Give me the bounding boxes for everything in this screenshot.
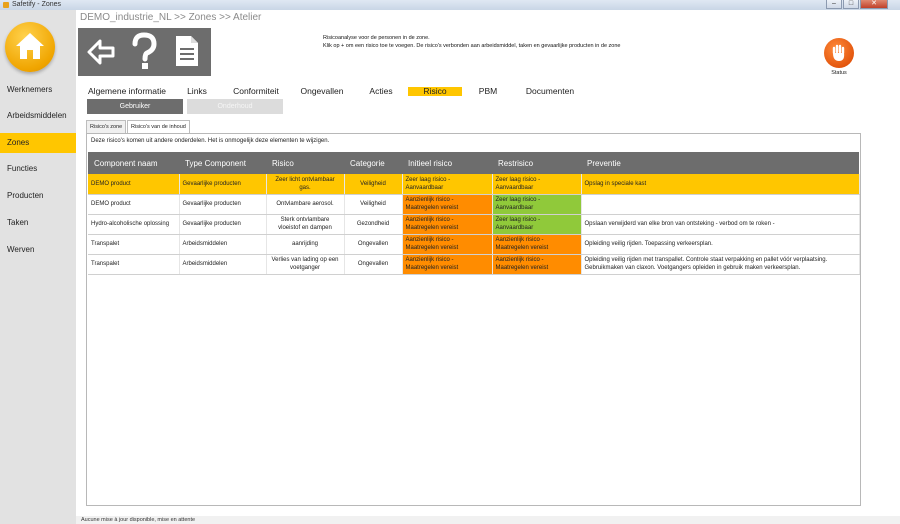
cell-risico: Ontvlambare aerosol. bbox=[266, 194, 345, 215]
cell-risico: Verlies van lading op een voetganger bbox=[266, 254, 345, 275]
cell-initieel: Aanzienlijk risico - Maatregelen vereist bbox=[402, 194, 493, 215]
cell-type: Gevaarlijke producten bbox=[179, 194, 267, 215]
cell-categorie: Ongevallen bbox=[344, 234, 403, 255]
tab-acties[interactable]: Acties bbox=[365, 87, 397, 96]
cell-preventie: Opleiding veilig rijden met transpallet.… bbox=[581, 254, 860, 275]
cell-risico: aanrijding bbox=[266, 234, 345, 255]
cell-preventie: Opslaan verwijderd van elke bron van ont… bbox=[581, 214, 860, 235]
tab-ongevallen[interactable]: Ongevallen bbox=[297, 87, 347, 96]
table-header-row: Component naam Type Component Risico Cat… bbox=[88, 152, 859, 174]
risk-table: Component naam Type Component Risico Cat… bbox=[88, 152, 860, 275]
table-row[interactable]: DEMO product Gevaarlijke producten Ontvl… bbox=[88, 194, 860, 215]
onderhoud-button[interactable]: Onderhoud bbox=[187, 99, 283, 114]
info-line-1: Risicoanalyse voor de personen in de zon… bbox=[323, 35, 430, 41]
sidebar-item-taken[interactable]: Taken bbox=[0, 213, 76, 233]
cell-risico: Sterk ontvlambare vloeistof en dampen bbox=[266, 214, 345, 235]
cell-component: Hydro-alcoholische oplossing bbox=[88, 214, 180, 235]
cell-component: DEMO product bbox=[88, 194, 180, 215]
cell-type: Gevaarlijke producten bbox=[179, 174, 267, 195]
table-row[interactable]: Transpalet Arbeidsmiddelen Verlies van l… bbox=[88, 254, 860, 275]
gebruiker-button[interactable]: Gebruiker bbox=[87, 99, 183, 114]
back-arrow-icon[interactable] bbox=[86, 38, 116, 66]
cell-preventie bbox=[581, 194, 860, 215]
column-header[interactable]: Preventie bbox=[581, 152, 859, 174]
panel-note: Deze risico's komen uit andere onderdele… bbox=[91, 138, 330, 144]
cell-categorie: Ongevallen bbox=[344, 254, 403, 275]
cell-categorie: Gezondheid bbox=[344, 214, 403, 235]
maximize-button[interactable]: □ bbox=[843, 0, 859, 9]
cell-preventie: Opleiding veilig rijden. Toepassing verk… bbox=[581, 234, 860, 255]
sidebar-item-zones[interactable]: Zones bbox=[0, 133, 76, 153]
cell-rest: Aanzienlijk risico - Maatregelen vereist bbox=[492, 234, 582, 255]
cell-type: Gevaarlijke producten bbox=[179, 214, 267, 235]
cell-risico: Zeer licht ontvlambaar gas. bbox=[266, 174, 345, 195]
document-icon[interactable] bbox=[174, 34, 200, 68]
tab-conformiteit[interactable]: Conformiteit bbox=[228, 87, 284, 96]
cell-rest: Aanzienlijk risico - Maatregelen vereist bbox=[492, 254, 582, 275]
column-header[interactable]: Initieel risico bbox=[402, 152, 492, 174]
stop-hand-icon bbox=[832, 44, 845, 61]
tab-algemene-informatie[interactable]: Algemene informatie bbox=[87, 87, 167, 96]
cell-type: Arbeidsmiddelen bbox=[179, 254, 267, 275]
cell-rest: Zeer laag risico - Aanvaardbaar bbox=[492, 174, 582, 195]
sidebar-item-producten[interactable]: Producten bbox=[0, 186, 76, 206]
cell-rest: Zeer laag risico - Aanvaardbaar bbox=[492, 214, 582, 235]
tab-pbm[interactable]: PBM bbox=[474, 87, 502, 96]
column-header[interactable]: Risico bbox=[266, 152, 344, 174]
status-label: Status bbox=[831, 70, 847, 76]
breadcrumb: DEMO_industrie_NL >> Zones >> Atelier bbox=[80, 12, 262, 23]
info-text: Risicoanalyse voor de personen in de zon… bbox=[323, 34, 620, 50]
close-window-button[interactable]: ✕ bbox=[860, 0, 888, 9]
cell-initieel: Aanzienlijk risico - Maatregelen vereist bbox=[402, 254, 493, 275]
cell-component: DEMO product bbox=[88, 174, 180, 195]
tab-links[interactable]: Links bbox=[182, 87, 212, 96]
cell-categorie: Veiligheid bbox=[344, 174, 403, 195]
sidebar-item-werven[interactable]: Werven bbox=[0, 240, 76, 260]
cell-component: Transpalet bbox=[88, 254, 180, 275]
risk-panel: Deze risico's komen uit andere onderdele… bbox=[86, 133, 861, 506]
table-row[interactable]: Transpalet Arbeidsmiddelen aanrijding On… bbox=[88, 234, 860, 255]
cell-rest: Zeer laag risico - Aanvaardbaar bbox=[492, 194, 582, 215]
tab-risico[interactable]: Risico bbox=[408, 87, 462, 96]
window-title: Safetify - Zones bbox=[12, 1, 62, 8]
info-line-2: Klik op + om een risico toe te voegen. D… bbox=[323, 43, 621, 49]
sidebar-item-arbeidsmiddelen[interactable]: Arbeidsmiddelen bbox=[0, 106, 76, 126]
table-row[interactable]: DEMO product Gevaarlijke producten Zeer … bbox=[88, 174, 860, 195]
cell-categorie: Veiligheid bbox=[344, 194, 403, 215]
column-header[interactable]: Component naam bbox=[88, 152, 179, 174]
statusbar-text: Aucune mise à jour disponible, mise en a… bbox=[81, 517, 196, 523]
tab-risicos-van-de-inhoud[interactable]: Risico's van de inhoud bbox=[127, 120, 190, 134]
sidebar: Werknemers Arbeidsmiddelen Zones Functie… bbox=[0, 10, 76, 524]
status-button[interactable] bbox=[824, 38, 854, 68]
window-titlebar: Safetify - Zones – □ ✕ bbox=[0, 0, 900, 10]
help-icon[interactable] bbox=[130, 32, 158, 72]
action-toolbar bbox=[78, 28, 211, 76]
cell-initieel: Aanzienlijk risico - Maatregelen vereist bbox=[402, 214, 493, 235]
column-header[interactable]: Restrisico bbox=[492, 152, 581, 174]
cell-initieel: Zeer laag risico - Aanvaardbaar bbox=[402, 174, 493, 195]
cell-preventie: Opslag in speciale kast bbox=[581, 174, 860, 195]
cell-component: Transpalet bbox=[88, 234, 180, 255]
column-header[interactable]: Type Component bbox=[179, 152, 266, 174]
sidebar-item-functies[interactable]: Functies bbox=[0, 159, 76, 179]
sidebar-item-werknemers[interactable]: Werknemers bbox=[0, 80, 76, 100]
statusbar: Aucune mise à jour disponible, mise en a… bbox=[76, 516, 900, 524]
cell-type: Arbeidsmiddelen bbox=[179, 234, 267, 255]
tab-risicos-zone[interactable]: Risico's zone bbox=[86, 120, 127, 133]
home-button[interactable] bbox=[5, 22, 55, 72]
home-icon bbox=[16, 33, 44, 59]
table-row[interactable]: Hydro-alcoholische oplossing Gevaarlijke… bbox=[88, 214, 860, 235]
cell-initieel: Aanzienlijk risico - Maatregelen vereist bbox=[402, 234, 493, 255]
tab-documenten[interactable]: Documenten bbox=[522, 87, 578, 96]
minimize-button[interactable]: – bbox=[826, 0, 842, 9]
app-icon bbox=[3, 2, 9, 8]
column-header[interactable]: Categorie bbox=[344, 152, 402, 174]
